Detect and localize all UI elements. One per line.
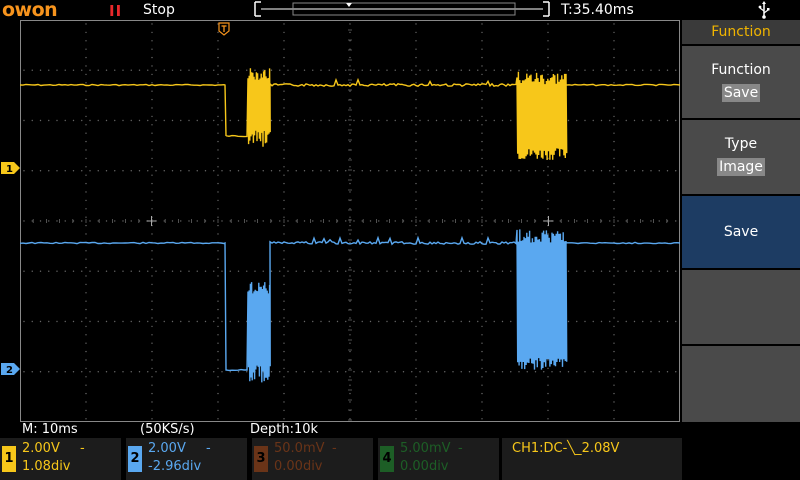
ch2-badge: 2	[128, 446, 142, 472]
menu-type-value: Image	[717, 158, 765, 176]
ch2-scale: 2.00V	[148, 441, 186, 456]
menu-empty-button-5[interactable]	[682, 346, 800, 422]
top-status-bar: owon II Stop T:35.40ms	[0, 0, 800, 22]
ch1-coupling: -	[80, 441, 85, 456]
ch4-position: 0.00div	[400, 459, 449, 474]
svg-text:1: 1	[6, 164, 13, 174]
menu-type-button[interactable]: Type Image	[682, 120, 800, 194]
ch1-badge: 1	[2, 446, 16, 472]
menu-empty-button-4[interactable]	[682, 270, 800, 344]
menu-function-value: Save	[721, 84, 761, 102]
run-status-label: Stop	[143, 2, 175, 18]
ch1-position-marker[interactable]: 1	[1, 162, 20, 174]
ch3-status-box[interactable]: 3 50.0mV - 0.00div	[252, 438, 373, 480]
menu-save-label: Save	[723, 224, 759, 240]
menu-function-button[interactable]: Function Save	[682, 46, 800, 118]
ch2-coupling: -	[206, 441, 211, 456]
trigger-status-box[interactable]: CH1:DC-╲_2.08V	[502, 438, 682, 480]
function-menu-panel: Function Function Save Type Image Save	[682, 20, 800, 422]
trigger-info-readout: CH1:DC-╲_2.08V	[512, 441, 620, 456]
menu-function-label: Function	[711, 62, 771, 78]
ch2-status-box[interactable]: 2 2.00V - -2.96div	[126, 438, 247, 480]
ch1-position: 1.08div	[22, 459, 71, 474]
waveform-display[interactable]	[20, 20, 680, 422]
trigger-t-marker-icon[interactable]	[218, 22, 230, 36]
acquisition-info-line: M: 10ms (50KS/s) Depth:10k	[0, 422, 680, 438]
menu-type-label: Type	[724, 136, 758, 152]
memory-position-bar	[254, 1, 550, 17]
ch3-scale: 50.0mV	[274, 441, 325, 456]
ch1-waveform	[20, 68, 680, 161]
menu-title: Function	[682, 20, 800, 44]
timebase-readout[interactable]: M: 10ms	[22, 422, 78, 437]
ch4-coupling: -	[458, 441, 463, 456]
ch3-coupling: -	[332, 441, 337, 456]
usb-icon	[758, 1, 770, 19]
ch2-position: -2.96div	[148, 459, 202, 474]
channel-status-bar: 1 2.00V - 1.08div 2 2.00V - -2.96div 3 5…	[0, 438, 800, 480]
sample-rate-readout: (50KS/s)	[140, 422, 195, 437]
pause-bars-icon[interactable]: II	[109, 2, 122, 20]
ch1-scale: 2.00V	[22, 441, 60, 456]
ch4-badge: 4	[380, 446, 394, 472]
ch2-position-marker[interactable]: 2	[1, 363, 20, 375]
owon-logo: owon	[2, 0, 58, 21]
ch4-status-box[interactable]: 4 5.00mV - 0.00div	[378, 438, 499, 480]
graticule-grid	[20, 20, 677, 421]
record-depth-readout: Depth:10k	[250, 422, 319, 437]
ch1-status-box[interactable]: 1 2.00V - 1.08div	[0, 438, 121, 480]
svg-text:2: 2	[6, 365, 13, 375]
time-offset-readout: T:35.40ms	[561, 2, 634, 18]
ch3-badge: 3	[254, 446, 268, 472]
ch3-position: 0.00div	[274, 459, 323, 474]
ch4-scale: 5.00mV	[400, 441, 451, 456]
menu-save-button[interactable]: Save	[682, 196, 800, 268]
